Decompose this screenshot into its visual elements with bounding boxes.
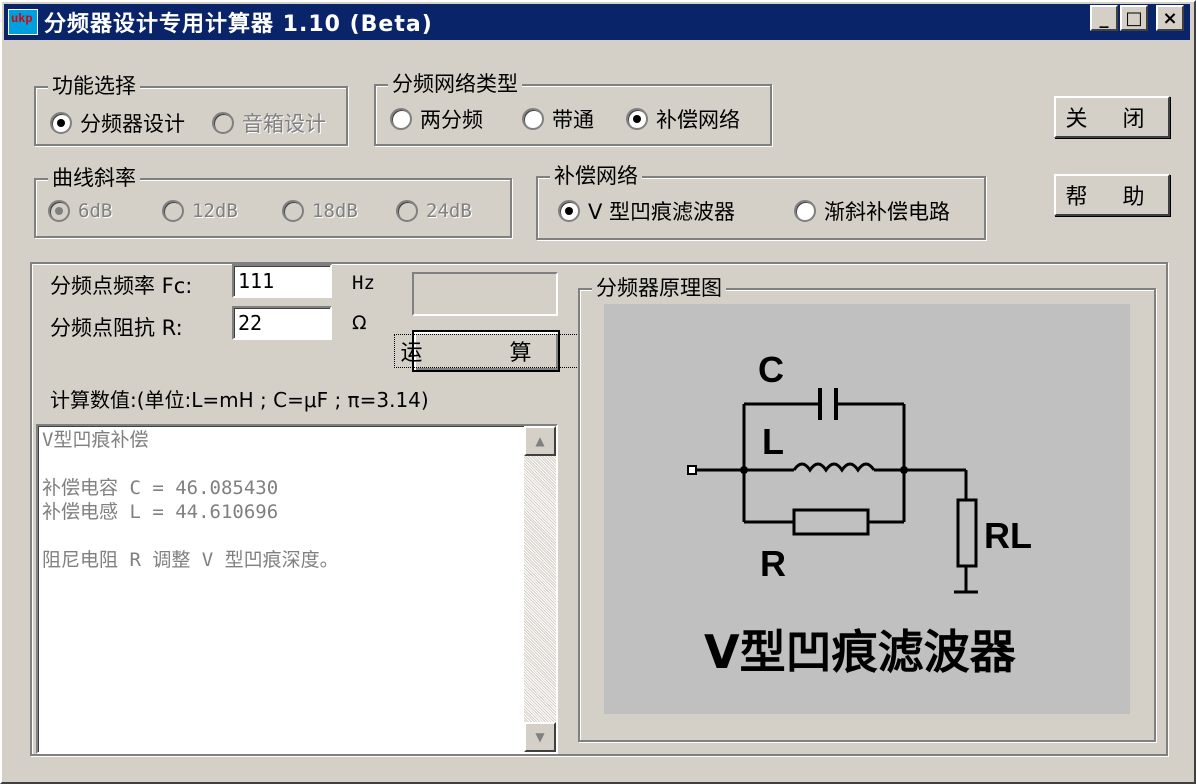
- network-type-label: 分频网络类型: [388, 71, 522, 97]
- resistor-rl: [956, 498, 978, 568]
- window-title: 分频器设计专用计算器 1.10 (Beta): [44, 12, 433, 37]
- radio-unchecked-icon: [522, 108, 544, 130]
- radio-checked-icon: [48, 200, 70, 222]
- result-line: V型凹痕补偿: [42, 429, 149, 451]
- status-box: [412, 272, 558, 316]
- radio-compensation-network[interactable]: 补偿网络: [626, 104, 740, 134]
- maximize-button[interactable]: □: [1120, 5, 1148, 31]
- label-c: C: [758, 349, 784, 390]
- radio-checked-icon: [50, 112, 72, 134]
- close-icon: ×: [1162, 7, 1178, 29]
- radio-checked-icon: [626, 108, 648, 130]
- radio-two-way[interactable]: 两分频: [390, 104, 483, 134]
- diagram-label: 分频器原理图: [592, 275, 726, 301]
- fc-label: 分频点频率 Fc:: [50, 274, 193, 298]
- function-select-label: 功能选择: [48, 73, 140, 99]
- maximize-icon: □: [1125, 7, 1143, 29]
- result-textarea[interactable]: V型凹痕补偿 补偿电容 C = 46.085430 补偿电感 L = 44.610…: [36, 424, 558, 754]
- radio-unchecked-icon: [396, 200, 418, 222]
- result-line: [42, 524, 522, 548]
- input-terminal: [687, 465, 697, 475]
- r-input[interactable]: 22: [232, 306, 332, 340]
- junction-right: [900, 466, 908, 474]
- slope-label: 曲线斜率: [48, 165, 140, 191]
- minimize-button[interactable]: _: [1090, 5, 1118, 31]
- radio-unchecked-icon: [282, 200, 304, 222]
- resistor-r: [792, 508, 870, 536]
- label-rl: RL: [984, 515, 1032, 556]
- result-units-label: 计算数值:(单位:L=mH ; C=μF ; π=3.14): [50, 388, 429, 412]
- radio-unchecked-icon: [390, 108, 412, 130]
- vertical-scrollbar[interactable]: ▲ ▼: [524, 426, 556, 752]
- radio-unchecked-icon: [162, 200, 184, 222]
- inductor-coil: [792, 462, 876, 473]
- close-button[interactable]: 关 闭: [1054, 96, 1170, 138]
- result-line: 阻尼电阻 R 调整 V 型凹痕深度。: [42, 549, 339, 571]
- junction-left: [740, 466, 748, 474]
- radio-v-notch-filter[interactable]: V 型凹痕滤波器: [558, 196, 735, 226]
- schematic-svg: C L R RL V型凹痕滤波器: [687, 349, 1032, 679]
- radio-checked-icon: [558, 200, 580, 222]
- result-text: V型凹痕补偿 补偿电容 C = 46.085430 补偿电感 L = 44.610…: [42, 428, 522, 572]
- title-bar[interactable]: ukp 分频器设计专用计算器 1.10 (Beta): [4, 4, 1190, 40]
- radio-slope-18db[interactable]: 18dB: [282, 200, 358, 222]
- result-line: [42, 452, 522, 476]
- result-line: 补偿电容 C = 46.085430: [42, 477, 279, 499]
- close-window-button[interactable]: ×: [1156, 5, 1184, 31]
- radio-speaker-design[interactable]: 音箱设计: [212, 108, 326, 138]
- compute-button[interactable]: 运 算: [393, 330, 579, 372]
- radio-unchecked-icon: [212, 112, 234, 134]
- radio-bandpass[interactable]: 带通: [522, 104, 594, 134]
- arrow-down-icon: ▼: [535, 730, 545, 744]
- scroll-up-button[interactable]: ▲: [524, 426, 556, 456]
- schematic-diagram: C L R RL V型凹痕滤波器: [604, 304, 1130, 714]
- r-unit: Ω: [352, 312, 367, 334]
- diagram-caption: V型凹痕滤波器: [704, 625, 1017, 679]
- arrow-up-icon: ▲: [535, 434, 545, 448]
- r-label: 分频点阻抗 R:: [50, 316, 183, 340]
- radio-unchecked-icon: [794, 200, 816, 222]
- minimize-icon: _: [1099, 7, 1109, 29]
- app-icon: ukp: [8, 9, 38, 35]
- label-r: R: [760, 543, 786, 584]
- label-l: L: [762, 421, 784, 462]
- radio-slope-compensation[interactable]: 渐斜补偿电路: [794, 196, 950, 226]
- radio-slope-24db[interactable]: 24dB: [396, 200, 472, 222]
- result-line: 补偿电感 L = 44.610696: [42, 501, 279, 523]
- radio-slope-12db[interactable]: 12dB: [162, 200, 238, 222]
- fc-unit: Hz: [352, 272, 375, 294]
- scroll-down-button[interactable]: ▼: [524, 722, 556, 752]
- fc-input[interactable]: 111: [232, 264, 332, 298]
- compensation-label: 补偿网络: [550, 163, 642, 189]
- radio-slope-6db[interactable]: 6dB: [48, 200, 112, 222]
- radio-crossover-design[interactable]: 分频器设计: [50, 108, 185, 138]
- help-button[interactable]: 帮 助: [1054, 174, 1170, 216]
